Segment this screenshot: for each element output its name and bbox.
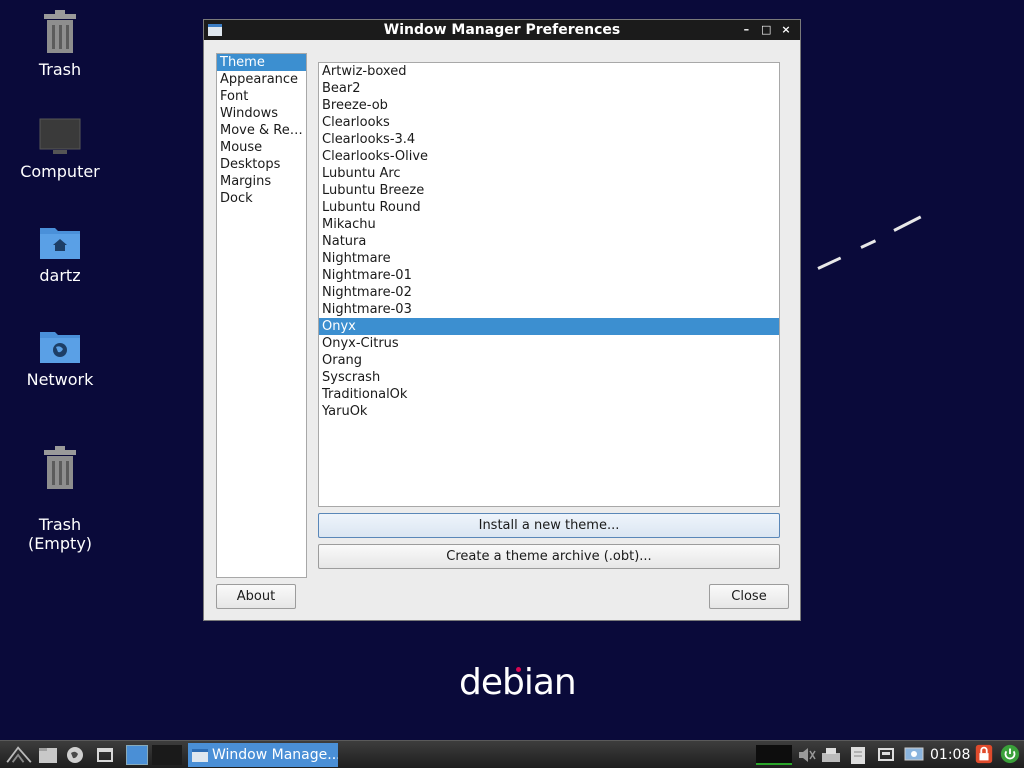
list-item[interactable]: Lubuntu Arc — [319, 165, 779, 182]
list-item[interactable]: Lubuntu Breeze — [319, 182, 779, 199]
window-controls: – □ × — [738, 20, 794, 40]
desktop-icon-network[interactable]: Network — [0, 326, 120, 389]
trash-icon — [44, 446, 76, 489]
clipboard-icon[interactable] — [848, 745, 868, 765]
taskbar: Window Manage... 01:08 — [0, 740, 1024, 768]
preferences-window: Window Manager Preferences – □ × Theme A… — [203, 19, 801, 621]
sidebar-item-theme[interactable]: Theme — [217, 54, 306, 71]
close-button[interactable]: Close — [709, 584, 789, 609]
web-browser-icon[interactable] — [65, 745, 85, 765]
list-item[interactable]: Clearlooks-3.4 — [319, 131, 779, 148]
desktop-icon-label: Trash — [38, 60, 82, 79]
network-folder-icon — [40, 332, 80, 363]
list-item[interactable]: Natura — [319, 233, 779, 250]
wallpaper-dash — [860, 239, 877, 249]
sidebar-item-dock[interactable]: Dock — [217, 190, 306, 207]
list-item-selected[interactable]: Onyx — [319, 318, 779, 335]
cpu-monitor-icon — [756, 745, 792, 765]
desktop-icon-trash-empty[interactable]: Trash (Empty) — [0, 427, 120, 553]
list-item[interactable]: Clearlooks — [319, 114, 779, 131]
list-item[interactable]: Clearlooks-Olive — [319, 148, 779, 165]
minimize-button[interactable]: – — [738, 20, 754, 40]
taskbar-window-button[interactable]: Window Manage... — [188, 743, 338, 767]
workspace-2-icon[interactable] — [152, 745, 182, 765]
sidebar-item-appearance[interactable]: Appearance — [217, 71, 306, 88]
list-item[interactable]: Lubuntu Round — [319, 199, 779, 216]
create-archive-button[interactable]: Create a theme archive (.obt)... — [318, 544, 780, 569]
desktop-icon-trash[interactable]: Trash — [0, 10, 120, 79]
theme-list[interactable]: Artwiz-boxed Bear2 Breeze-ob Clearlooks … — [318, 62, 780, 507]
wallpaper-dash — [893, 215, 922, 232]
printer-icon[interactable] — [820, 745, 842, 765]
list-item[interactable]: Nightmare-02 — [319, 284, 779, 301]
sidebar-item-margins[interactable]: Margins — [217, 173, 306, 190]
desktop-icon-computer[interactable]: Computer — [0, 118, 120, 181]
desktop-icon-label: Network — [26, 370, 94, 389]
list-item[interactable]: Bear2 — [319, 80, 779, 97]
trash-icon — [44, 10, 76, 53]
list-item[interactable]: TraditionalOk — [319, 386, 779, 403]
lock-screen-icon[interactable] — [974, 744, 994, 764]
taskbar-window-label: Window Manage... — [212, 747, 338, 763]
sidebar-item-desktops[interactable]: Desktops — [217, 156, 306, 173]
power-icon[interactable] — [999, 744, 1021, 764]
maximize-button[interactable]: □ — [758, 20, 774, 40]
desktop-icon-label: dartz — [39, 266, 81, 285]
close-window-button[interactable]: × — [778, 20, 794, 40]
window-menu-icon[interactable] — [208, 24, 222, 36]
settings-sidebar: Theme Appearance Font Windows Move & Re…… — [216, 53, 307, 578]
debian-logo-dot — [516, 667, 521, 672]
sidebar-item-move-resize[interactable]: Move & Re… — [217, 122, 306, 139]
sidebar-item-mouse[interactable]: Mouse — [217, 139, 306, 156]
sidebar-item-font[interactable]: Font — [217, 88, 306, 105]
network-connection-icon[interactable] — [876, 745, 896, 765]
list-item[interactable]: Breeze-ob — [319, 97, 779, 114]
list-item[interactable]: Nightmare — [319, 250, 779, 267]
list-item[interactable]: Mikachu — [319, 216, 779, 233]
install-theme-button[interactable]: Install a new theme... — [318, 513, 780, 538]
desktop-icon-label: Computer — [20, 162, 100, 181]
list-item[interactable]: Orang — [319, 352, 779, 369]
list-item[interactable]: Artwiz-boxed — [319, 63, 779, 80]
list-item[interactable]: Nightmare-01 — [319, 267, 779, 284]
list-item[interactable]: YaruOk — [319, 403, 779, 420]
wallpaper-dash — [817, 256, 842, 270]
list-item[interactable]: Onyx-Citrus — [319, 335, 779, 352]
window-title: Window Manager Preferences — [383, 22, 621, 38]
desktop-icon-label: Trash (Empty) — [27, 515, 93, 553]
display-icon[interactable] — [903, 745, 925, 765]
volume-muted-icon[interactable] — [796, 745, 816, 765]
show-desktop-icon[interactable] — [95, 745, 115, 765]
list-item[interactable]: Syscrash — [319, 369, 779, 386]
workspace-1-icon[interactable] — [126, 745, 148, 765]
home-folder-icon — [40, 228, 80, 259]
sidebar-item-windows[interactable]: Windows — [217, 105, 306, 122]
clock[interactable]: 01:08 — [930, 745, 970, 765]
window-titlebar[interactable]: Window Manager Preferences – □ × — [204, 20, 800, 40]
list-item[interactable]: Nightmare-03 — [319, 301, 779, 318]
computer-icon — [39, 118, 81, 154]
file-manager-icon[interactable] — [38, 745, 58, 765]
lxqt-menu-icon[interactable] — [4, 744, 34, 764]
desktop-icon-home[interactable]: dartz — [0, 222, 120, 285]
window-icon — [192, 749, 208, 762]
about-button[interactable]: About — [216, 584, 296, 609]
